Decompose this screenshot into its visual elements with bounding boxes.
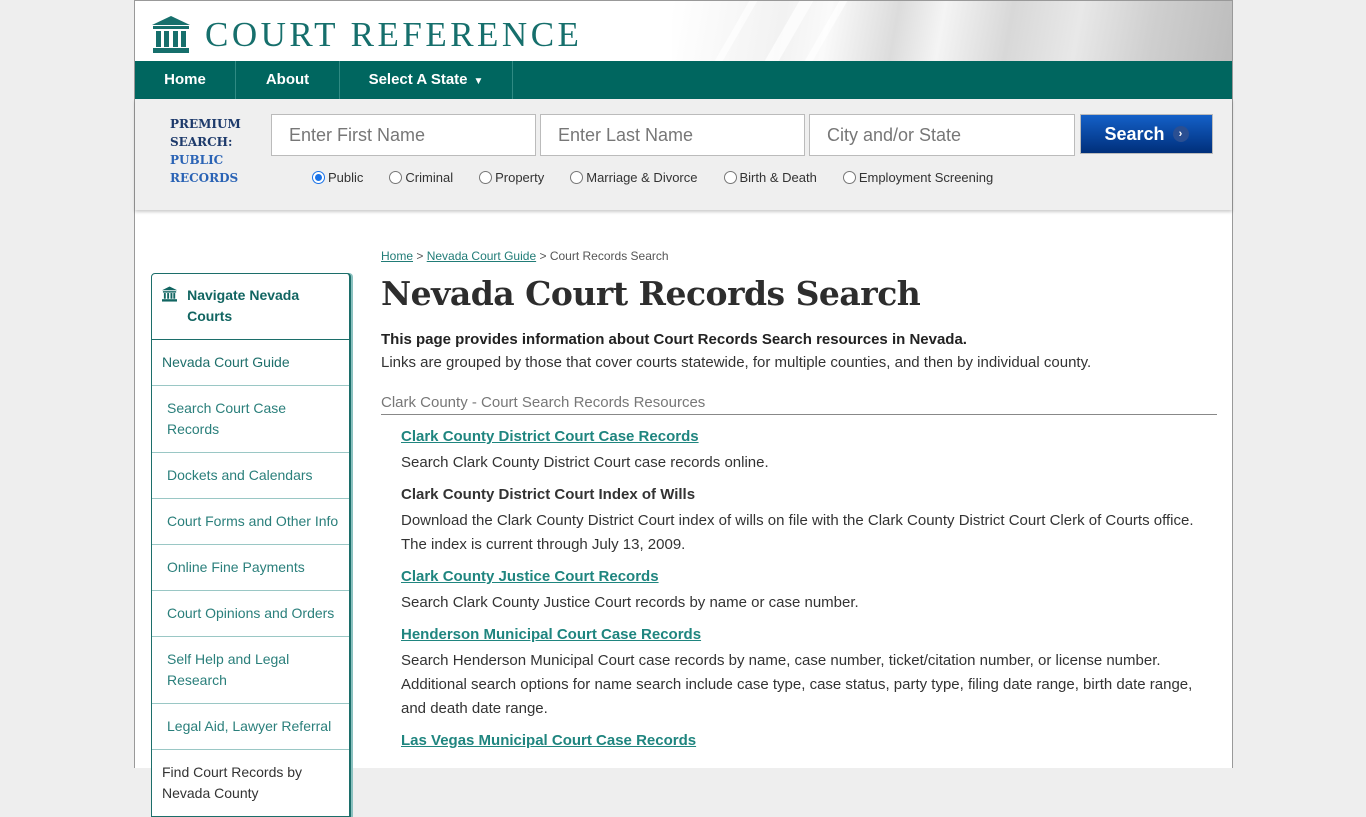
sidebar-item-search-case-records[interactable]: Search Court Case Records	[152, 386, 349, 453]
radio-label: Birth & Death	[739, 170, 817, 185]
radio-button[interactable]	[842, 171, 856, 184]
radio-button[interactable]	[479, 171, 493, 184]
radio-button[interactable]	[723, 171, 737, 184]
sidebar-header: Navigate Nevada Courts	[152, 274, 349, 340]
intro-bold: This page provides information about Cou…	[381, 331, 967, 348]
resource-description: Download the Clark County District Court…	[401, 512, 1194, 553]
page-intro: This page provides information about Cou…	[381, 328, 1217, 374]
premium-label-line: PUBLIC	[170, 153, 224, 167]
radio-label: Property	[495, 170, 545, 185]
resource-link[interactable]: Clark County Justice Court Records	[401, 566, 1217, 588]
resource-link[interactable]: Henderson Municipal Court Case Records	[401, 624, 1217, 646]
resource-list: Clark County District Court Case Records…	[381, 426, 1217, 752]
premium-search-bar: PREMIUM SEARCH: PUBLIC RECORDS Search › …	[135, 99, 1232, 210]
sidebar-item-court-guide[interactable]: Nevada Court Guide	[152, 340, 349, 386]
sidebar-item-self-help[interactable]: Self Help and Legal Research	[152, 637, 349, 704]
sidebar-item-records-by-county[interactable]: Find Court Records by Nevada County	[152, 750, 349, 816]
courthouse-icon	[162, 286, 178, 302]
radio-property[interactable]: Property	[479, 170, 544, 185]
chevron-right-icon: ›	[1172, 126, 1189, 142]
radio-criminal[interactable]: Criminal	[389, 170, 453, 185]
breadcrumb: Home > Nevada Court Guide > Court Record…	[381, 249, 1217, 263]
main-nav: Home About Select A State ▼	[135, 61, 1232, 99]
radio-public[interactable]: Public	[312, 170, 363, 185]
sidebar-item-opinions[interactable]: Court Opinions and Orders	[152, 591, 349, 637]
search-button[interactable]: Search ›	[1080, 114, 1213, 154]
last-name-input[interactable]	[540, 114, 805, 156]
nav-select-state-label: Select A State	[368, 71, 468, 88]
intro-text: Links are grouped by those that cover co…	[381, 354, 1092, 371]
radio-button[interactable]	[570, 171, 584, 184]
breadcrumb-separator: >	[416, 249, 424, 263]
premium-label-line: SEARCH:	[170, 135, 233, 149]
resource-item: Clark County Justice Court Records Searc…	[401, 566, 1217, 615]
caret-down-icon: ▼	[473, 76, 484, 87]
radio-label: Criminal	[405, 170, 454, 185]
radio-label: Public	[328, 170, 364, 185]
page-container: COURT REFERENCE Home About Select A Stat…	[134, 0, 1233, 817]
logo-text: COURT REFERENCE	[205, 15, 583, 54]
resource-link[interactable]: Clark County District Court Case Records	[401, 426, 1217, 448]
radio-label: Employment Screening	[858, 170, 994, 185]
resource-link[interactable]: Las Vegas Municipal Court Case Records	[401, 730, 1217, 752]
courthouse-icon	[152, 16, 190, 53]
sidebar-navigate-courts: Navigate Nevada Courts Nevada Court Guid…	[151, 273, 351, 817]
site-logo[interactable]: COURT REFERENCE	[151, 16, 582, 54]
nav-about[interactable]: About	[236, 61, 340, 99]
radio-birth-death[interactable]: Birth & Death	[723, 170, 817, 185]
radio-button[interactable]	[389, 171, 403, 184]
city-state-input[interactable]	[809, 114, 1075, 156]
premium-search-label: PREMIUM SEARCH: PUBLIC RECORDS	[170, 115, 241, 187]
resource-description: Search Henderson Municipal Court case re…	[401, 652, 1193, 717]
nav-select-state[interactable]: Select A State ▼	[340, 61, 513, 99]
radio-button[interactable]	[312, 171, 325, 184]
nav-home[interactable]: Home	[135, 61, 236, 99]
resource-description: Search Clark County Justice Court record…	[401, 594, 859, 611]
resource-item: Clark County District Court Case Records…	[401, 426, 1217, 475]
breadcrumb-home[interactable]: Home	[381, 249, 413, 263]
header-banner-image	[672, 1, 1232, 61]
resource-title: Clark County District Court Index of Wil…	[401, 486, 696, 503]
sidebar-title: Navigate Nevada Courts	[187, 287, 300, 324]
sidebar-item-court-forms[interactable]: Court Forms and Other Info	[152, 499, 349, 545]
main-content: Home > Nevada Court Guide > Court Record…	[381, 249, 1217, 761]
section-title: Clark County - Court Search Records Reso…	[381, 394, 1217, 415]
breadcrumb-separator: >	[539, 249, 547, 263]
sidebar-item-legal-aid[interactable]: Legal Aid, Lawyer Referral	[152, 704, 349, 750]
resource-item: Henderson Municipal Court Case Records S…	[401, 624, 1217, 721]
premium-label-line: PREMIUM	[170, 117, 241, 131]
page-title: Nevada Court Records Search	[381, 274, 921, 313]
first-name-input[interactable]	[271, 114, 536, 156]
breadcrumb-current: Court Records Search	[549, 249, 669, 263]
radio-label: Marriage & Divorce	[586, 170, 698, 185]
sidebar-item-dockets[interactable]: Dockets and Calendars	[152, 453, 349, 499]
resource-description: Search Clark County District Court case …	[401, 454, 769, 471]
resource-item: Las Vegas Municipal Court Case Records	[401, 730, 1217, 752]
search-button-label: Search	[1104, 123, 1165, 144]
site-header: COURT REFERENCE	[135, 1, 1232, 61]
radio-employment-screening[interactable]: Employment Screening	[842, 170, 994, 185]
breadcrumb-nevada-guide[interactable]: Nevada Court Guide	[427, 249, 536, 263]
resource-item: Clark County District Court Index of Wil…	[401, 484, 1217, 557]
radio-marriage-divorce[interactable]: Marriage & Divorce	[570, 170, 698, 185]
search-type-radios: Public Criminal Property Marriage & Divo…	[312, 170, 1019, 185]
sidebar-item-fine-payments[interactable]: Online Fine Payments	[152, 545, 349, 591]
premium-label-line: RECORDS	[170, 171, 239, 185]
